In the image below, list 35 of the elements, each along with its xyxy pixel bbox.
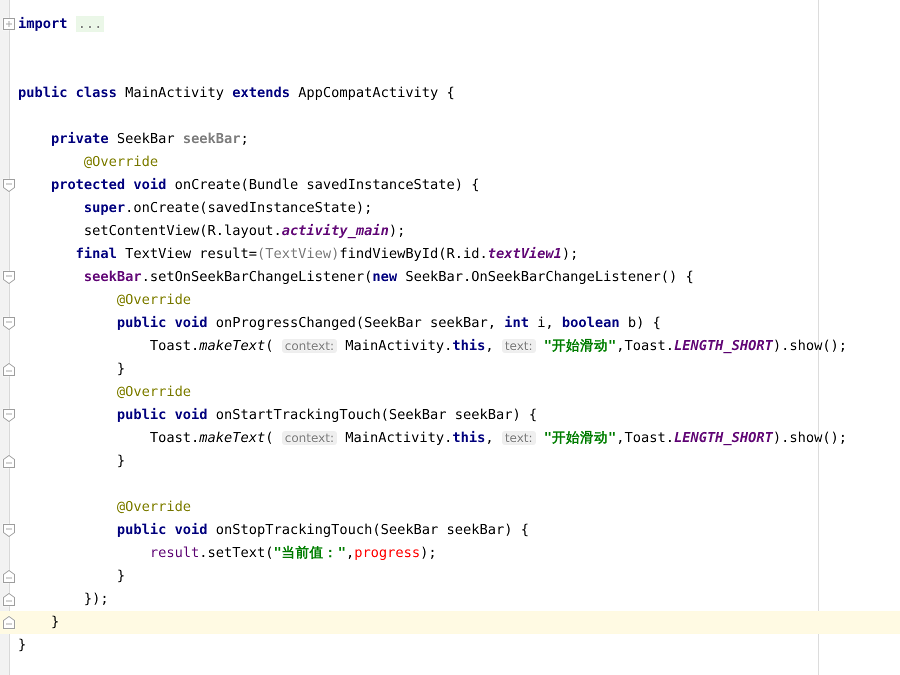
fold-icon[interactable] <box>3 455 15 468</box>
code-line: public void onProgressChanged(SeekBar seekBar, int i, boolean b) { <box>116 314 661 333</box>
fold-icon[interactable] <box>3 317 15 330</box>
code-line: } <box>50 613 60 632</box>
fold-icon[interactable] <box>3 363 15 376</box>
code-line: private SeekBar seekBar; <box>50 130 249 149</box>
fold-icon[interactable] <box>3 570 15 583</box>
code-line: } <box>116 567 126 586</box>
code-line: Toast.makeText( context: MainActivity.this, text: "开始滑动",Toast.LENGTH_SHORT).show(); <box>148 429 848 448</box>
code-line: import ... <box>18 15 104 34</box>
code-line: public class MainActivity extends AppCompatActivity { <box>18 84 455 103</box>
code-line: @Override <box>116 291 192 310</box>
code-line: @Override <box>116 383 192 402</box>
fold-icon[interactable] <box>3 179 15 192</box>
fold-icon[interactable] <box>3 271 15 284</box>
code-line: setContentView(R.layout.activity_main); <box>82 222 406 241</box>
fold-icon[interactable] <box>3 616 15 629</box>
code-line: } <box>116 452 126 471</box>
fold-icon[interactable] <box>3 409 15 422</box>
code-line: @Override <box>116 498 192 517</box>
code-line: } <box>116 360 126 379</box>
code-line: Toast.makeText( context: MainActivity.this, text: "开始滑动",Toast.LENGTH_SHORT).show(); <box>148 337 848 356</box>
code-line: public void onStartTrackingTouch(SeekBar seekBar) { <box>116 406 538 425</box>
expand-icon[interactable] <box>3 18 15 31</box>
fold-icon[interactable] <box>3 524 15 537</box>
code-line: } <box>18 636 26 655</box>
code-line: }); <box>82 590 109 609</box>
code-line: final TextView result=(TextView)findViewById(R.id.textView1); <box>74 245 578 264</box>
code-line: public void onStopTrackingTouch(SeekBar seekBar) { <box>116 521 529 540</box>
fold-icon[interactable] <box>3 593 15 606</box>
code-line: @Override <box>82 153 158 172</box>
code-line: seekBar.setOnSeekBarChangeListener(new SeekBar.OnSeekBarChangeListener() { <box>82 268 694 287</box>
code-line: super.onCreate(savedInstanceState); <box>82 199 372 218</box>
code-line: result.setText("当前值：",progress); <box>148 544 437 563</box>
code-line: protected void onCreate(Bundle savedInstanceState) { <box>50 176 480 195</box>
